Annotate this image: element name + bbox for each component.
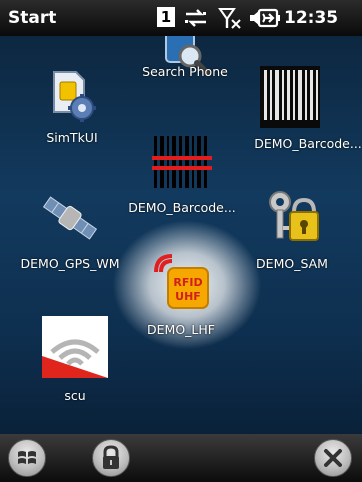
data-connection-icon[interactable] [183, 6, 209, 30]
tile-demo-lhf[interactable]: RFID UHF DEMO_LHF [112, 220, 262, 350]
keys-lock-icon [269, 191, 319, 241]
tile-label: DEMO_GPS_WM [20, 256, 120, 271]
tile-demo-barcode-1[interactable]: DEMO_Barcode... [254, 66, 362, 156]
tile-demo-barcode-2[interactable]: DEMO_Barcode... [128, 134, 236, 224]
uhf-icon-text: UHF [175, 290, 201, 303]
tile-demo-sam[interactable]: DEMO_SAM [256, 188, 328, 278]
tile-label: scu [64, 388, 86, 403]
tile-demo-gps-wm[interactable]: DEMO_GPS_WM [21, 188, 119, 278]
lock-icon [103, 445, 119, 469]
taskbar [0, 434, 362, 482]
close-icon [324, 449, 342, 467]
scu-signal-icon [42, 316, 108, 378]
tile-simtkui[interactable]: SimTkUI [46, 64, 98, 154]
tile-label: DEMO_Barcode... [128, 200, 236, 215]
tile-search-phone[interactable]: Search Phone [142, 36, 228, 86]
barcode-icon [260, 66, 320, 128]
tile-label: SimTkUI [46, 130, 98, 145]
tile-label: DEMO_LHF [147, 322, 215, 337]
sim-gear-icon [53, 71, 96, 122]
tile-scu[interactable]: scu [42, 316, 108, 416]
tile-label: DEMO_Barcode... [254, 136, 362, 151]
rfid-uhf-icon: RFID UHF [154, 254, 209, 309]
sim-slot-icon[interactable]: 1 [157, 7, 175, 27]
satellite-icon [42, 196, 98, 240]
barcode-laser-icon [152, 136, 212, 188]
desktop: Search Phone SimTkUI DEMO_Barcode... DEM… [0, 36, 362, 434]
tile-label: DEMO_SAM [256, 256, 328, 271]
rfid-icon-text: RFID [173, 276, 202, 289]
clock[interactable]: 12:35 [284, 8, 338, 28]
battery-charging-icon[interactable] [257, 6, 283, 30]
no-signal-icon[interactable] [218, 6, 244, 30]
start-button[interactable] [8, 439, 46, 477]
status-bar: Start 1 12:35 [0, 0, 362, 36]
close-button[interactable] [314, 439, 352, 477]
lock-button[interactable] [92, 439, 130, 477]
windows-start-icon [18, 451, 36, 464]
start-title[interactable]: Start [8, 8, 56, 28]
tile-label: Search Phone [142, 64, 228, 79]
